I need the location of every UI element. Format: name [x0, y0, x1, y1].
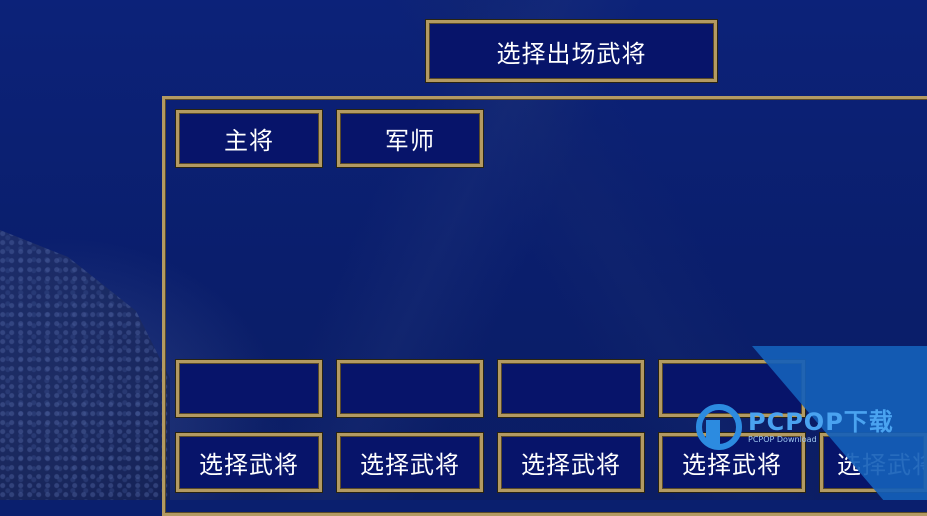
watermark-sub: PCPOP Download [748, 435, 817, 444]
watermark: PCPOP下载 PCPOP Download [696, 402, 894, 452]
hero-slot-3 [498, 360, 644, 417]
hero-slot-1 [176, 360, 322, 417]
select-hero-button-1[interactable]: 选择武将 [176, 433, 322, 492]
select-hero-button-2[interactable]: 选择武将 [337, 433, 483, 492]
watermark-brand: PCPOP下载 [748, 408, 894, 436]
hero-slot-2 [337, 360, 483, 417]
strategist-tab[interactable]: 军师 [337, 110, 483, 167]
select-hero-button-3[interactable]: 选择武将 [498, 433, 644, 492]
main-general-tab[interactable]: 主将 [176, 110, 322, 167]
select-heroes-title: 选择出场武将 [426, 20, 717, 82]
pcpop-logo-icon [696, 404, 742, 450]
